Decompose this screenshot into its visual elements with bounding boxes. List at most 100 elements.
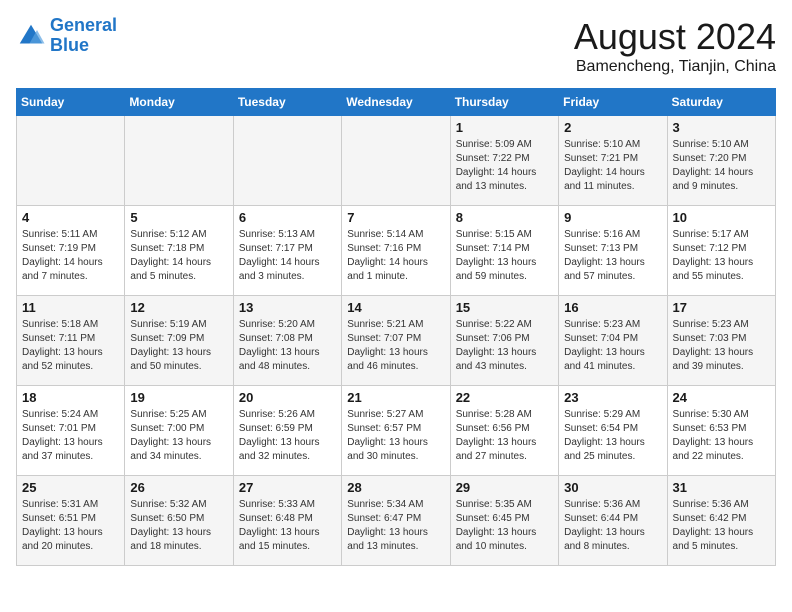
calendar-cell (125, 116, 233, 206)
calendar-cell: 5 Sunrise: 5:12 AM Sunset: 7:18 PM Daylig… (125, 206, 233, 296)
day-info: Sunrise: 5:14 AM Sunset: 7:16 PM Dayligh… (347, 228, 444, 284)
day-number: 14 (347, 300, 444, 315)
calendar-cell: 12 Sunrise: 5:19 AM Sunset: 7:09 PM Dayli… (125, 296, 233, 386)
day-number: 20 (239, 390, 336, 405)
day-info: Sunrise: 5:30 AM Sunset: 6:53 PM Dayligh… (673, 408, 770, 464)
calendar-cell: 13 Sunrise: 5:20 AM Sunset: 7:08 PM Dayli… (233, 296, 341, 386)
calendar-subtitle: Bamencheng, Tianjin, China (574, 58, 776, 76)
day-info: Sunrise: 5:10 AM Sunset: 7:20 PM Dayligh… (673, 138, 770, 194)
calendar-week-row: 1 Sunrise: 5:09 AM Sunset: 7:22 PM Daylig… (17, 116, 776, 206)
day-info: Sunrise: 5:12 AM Sunset: 7:18 PM Dayligh… (130, 228, 227, 284)
calendar-cell: 17 Sunrise: 5:23 AM Sunset: 7:03 PM Dayli… (667, 296, 775, 386)
calendar-cell: 4 Sunrise: 5:11 AM Sunset: 7:19 PM Daylig… (17, 206, 125, 296)
day-info: Sunrise: 5:28 AM Sunset: 6:56 PM Dayligh… (456, 408, 553, 464)
day-number: 9 (564, 210, 661, 225)
calendar-cell: 16 Sunrise: 5:23 AM Sunset: 7:04 PM Dayli… (559, 296, 667, 386)
calendar-cell: 14 Sunrise: 5:21 AM Sunset: 7:07 PM Dayli… (342, 296, 450, 386)
day-number: 19 (130, 390, 227, 405)
calendar-table: SundayMondayTuesdayWednesdayThursdayFrid… (16, 88, 776, 566)
day-info: Sunrise: 5:32 AM Sunset: 6:50 PM Dayligh… (130, 498, 227, 554)
weekday-header-row: SundayMondayTuesdayWednesdayThursdayFrid… (17, 89, 776, 116)
title-area: August 2024 Bamencheng, Tianjin, China (574, 16, 776, 76)
day-info: Sunrise: 5:20 AM Sunset: 7:08 PM Dayligh… (239, 318, 336, 374)
day-info: Sunrise: 5:23 AM Sunset: 7:04 PM Dayligh… (564, 318, 661, 374)
calendar-cell: 3 Sunrise: 5:10 AM Sunset: 7:20 PM Daylig… (667, 116, 775, 206)
day-info: Sunrise: 5:24 AM Sunset: 7:01 PM Dayligh… (22, 408, 119, 464)
day-number: 28 (347, 480, 444, 495)
day-number: 16 (564, 300, 661, 315)
calendar-cell: 28 Sunrise: 5:34 AM Sunset: 6:47 PM Dayli… (342, 476, 450, 566)
calendar-cell: 22 Sunrise: 5:28 AM Sunset: 6:56 PM Dayli… (450, 386, 558, 476)
day-number: 31 (673, 480, 770, 495)
day-info: Sunrise: 5:18 AM Sunset: 7:11 PM Dayligh… (22, 318, 119, 374)
day-number: 25 (22, 480, 119, 495)
weekday-header-tuesday: Tuesday (233, 89, 341, 116)
day-info: Sunrise: 5:10 AM Sunset: 7:21 PM Dayligh… (564, 138, 661, 194)
calendar-cell: 31 Sunrise: 5:36 AM Sunset: 6:42 PM Dayli… (667, 476, 775, 566)
day-number: 15 (456, 300, 553, 315)
day-number: 22 (456, 390, 553, 405)
calendar-cell: 24Sunrise: 5:30 AM Sunset: 6:53 PM Dayli… (667, 386, 775, 476)
day-info: Sunrise: 5:31 AM Sunset: 6:51 PM Dayligh… (22, 498, 119, 554)
calendar-week-row: 4 Sunrise: 5:11 AM Sunset: 7:19 PM Daylig… (17, 206, 776, 296)
logo-line2: Blue (50, 35, 89, 55)
day-info: Sunrise: 5:17 AM Sunset: 7:12 PM Dayligh… (673, 228, 770, 284)
day-info: Sunrise: 5:25 AM Sunset: 7:00 PM Dayligh… (130, 408, 227, 464)
day-number: 13 (239, 300, 336, 315)
weekday-header-sunday: Sunday (17, 89, 125, 116)
day-info: Sunrise: 5:09 AM Sunset: 7:22 PM Dayligh… (456, 138, 553, 194)
day-number: 17 (673, 300, 770, 315)
calendar-cell: 26 Sunrise: 5:32 AM Sunset: 6:50 PM Dayli… (125, 476, 233, 566)
day-number: 23 (564, 390, 661, 405)
day-number: 8 (456, 210, 553, 225)
calendar-cell (342, 116, 450, 206)
weekday-header-saturday: Saturday (667, 89, 775, 116)
day-number: 10 (673, 210, 770, 225)
calendar-cell: 10 Sunrise: 5:17 AM Sunset: 7:12 PM Dayli… (667, 206, 775, 296)
calendar-cell: 8 Sunrise: 5:15 AM Sunset: 7:14 PM Daylig… (450, 206, 558, 296)
calendar-cell (233, 116, 341, 206)
logo-text: General Blue (50, 16, 117, 56)
calendar-cell: 23Sunrise: 5:29 AM Sunset: 6:54 PM Dayli… (559, 386, 667, 476)
day-number: 29 (456, 480, 553, 495)
day-info: Sunrise: 5:15 AM Sunset: 7:14 PM Dayligh… (456, 228, 553, 284)
calendar-week-row: 18Sunrise: 5:24 AM Sunset: 7:01 PM Dayli… (17, 386, 776, 476)
weekday-header-thursday: Thursday (450, 89, 558, 116)
weekday-header-wednesday: Wednesday (342, 89, 450, 116)
day-info: Sunrise: 5:21 AM Sunset: 7:07 PM Dayligh… (347, 318, 444, 374)
day-number: 5 (130, 210, 227, 225)
calendar-cell: 21Sunrise: 5:27 AM Sunset: 6:57 PM Dayli… (342, 386, 450, 476)
day-info: Sunrise: 5:35 AM Sunset: 6:45 PM Dayligh… (456, 498, 553, 554)
day-info: Sunrise: 5:36 AM Sunset: 6:44 PM Dayligh… (564, 498, 661, 554)
day-info: Sunrise: 5:11 AM Sunset: 7:19 PM Dayligh… (22, 228, 119, 284)
calendar-cell (17, 116, 125, 206)
day-info: Sunrise: 5:23 AM Sunset: 7:03 PM Dayligh… (673, 318, 770, 374)
day-info: Sunrise: 5:36 AM Sunset: 6:42 PM Dayligh… (673, 498, 770, 554)
logo: General Blue (16, 16, 117, 56)
day-info: Sunrise: 5:34 AM Sunset: 6:47 PM Dayligh… (347, 498, 444, 554)
calendar-cell: 9Sunrise: 5:16 AM Sunset: 7:13 PM Daylig… (559, 206, 667, 296)
day-info: Sunrise: 5:13 AM Sunset: 7:17 PM Dayligh… (239, 228, 336, 284)
calendar-cell: 29 Sunrise: 5:35 AM Sunset: 6:45 PM Dayli… (450, 476, 558, 566)
calendar-cell: 18Sunrise: 5:24 AM Sunset: 7:01 PM Dayli… (17, 386, 125, 476)
calendar-cell: 15 Sunrise: 5:22 AM Sunset: 7:06 PM Dayli… (450, 296, 558, 386)
calendar-week-row: 11Sunrise: 5:18 AM Sunset: 7:11 PM Dayli… (17, 296, 776, 386)
day-number: 7 (347, 210, 444, 225)
weekday-header-monday: Monday (125, 89, 233, 116)
header: General Blue August 2024 Bamencheng, Tia… (16, 16, 776, 76)
calendar-title: August 2024 (574, 16, 776, 58)
day-info: Sunrise: 5:33 AM Sunset: 6:48 PM Dayligh… (239, 498, 336, 554)
day-number: 4 (22, 210, 119, 225)
day-info: Sunrise: 5:22 AM Sunset: 7:06 PM Dayligh… (456, 318, 553, 374)
calendar-cell: 7 Sunrise: 5:14 AM Sunset: 7:16 PM Daylig… (342, 206, 450, 296)
day-number: 26 (130, 480, 227, 495)
day-info: Sunrise: 5:19 AM Sunset: 7:09 PM Dayligh… (130, 318, 227, 374)
weekday-header-friday: Friday (559, 89, 667, 116)
day-number: 1 (456, 120, 553, 135)
calendar-cell: 1 Sunrise: 5:09 AM Sunset: 7:22 PM Daylig… (450, 116, 558, 206)
logo-line1: General (50, 15, 117, 35)
day-number: 12 (130, 300, 227, 315)
calendar-cell: 30Sunrise: 5:36 AM Sunset: 6:44 PM Dayli… (559, 476, 667, 566)
calendar-cell: 25 Sunrise: 5:31 AM Sunset: 6:51 PM Dayli… (17, 476, 125, 566)
day-number: 3 (673, 120, 770, 135)
